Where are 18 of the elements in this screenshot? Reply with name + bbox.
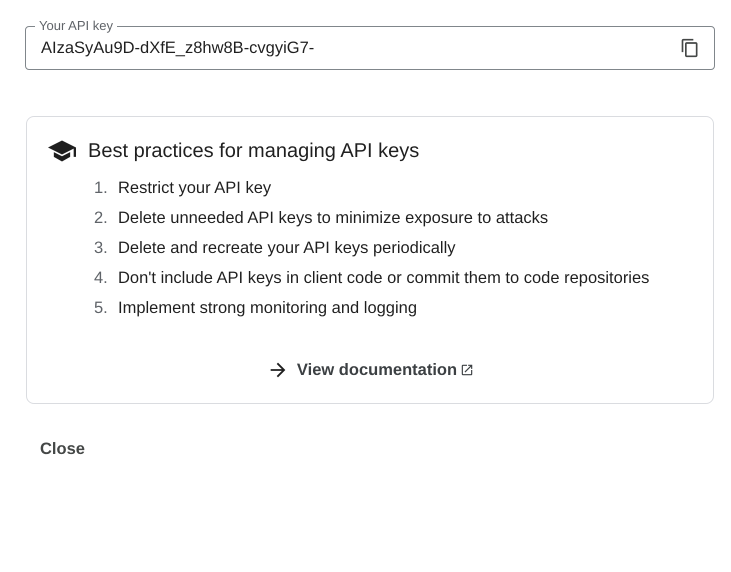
practice-item: Implement strong monitoring and logging	[118, 298, 418, 319]
api-key-value[interactable]: AIzaSyAu9D-dXfE_z8hw8B-cvgyiG7-	[41, 38, 678, 58]
list-number: 1.	[94, 179, 109, 198]
field-label: Your API key	[38, 18, 114, 34]
close-button[interactable]: Close	[25, 432, 100, 467]
list-number: 2.	[94, 209, 109, 228]
practice-item: Delete and recreate your API keys periodically	[118, 238, 456, 259]
documentation-link[interactable]: View documentation	[296, 360, 474, 380]
practice-item: Delete unneeded API keys to minimize exposure to attacks	[118, 208, 548, 229]
list-number: 4.	[94, 269, 109, 288]
practice-item: Restrict your API key	[118, 178, 272, 199]
list-number: 3.	[94, 239, 109, 258]
practice-item: Don't include API keys in client code or commit them to code repositories	[118, 268, 650, 289]
card-title: Best practices for managing API keys	[88, 140, 420, 162]
api-key-field[interactable]: Your API key AIzaSyAu9D-dXfE_z8hw8B-cvgyiG7-	[25, 18, 715, 70]
list-number: 5.	[94, 299, 109, 318]
external-link-icon	[460, 363, 474, 377]
graduation-cap-icon	[48, 139, 76, 163]
